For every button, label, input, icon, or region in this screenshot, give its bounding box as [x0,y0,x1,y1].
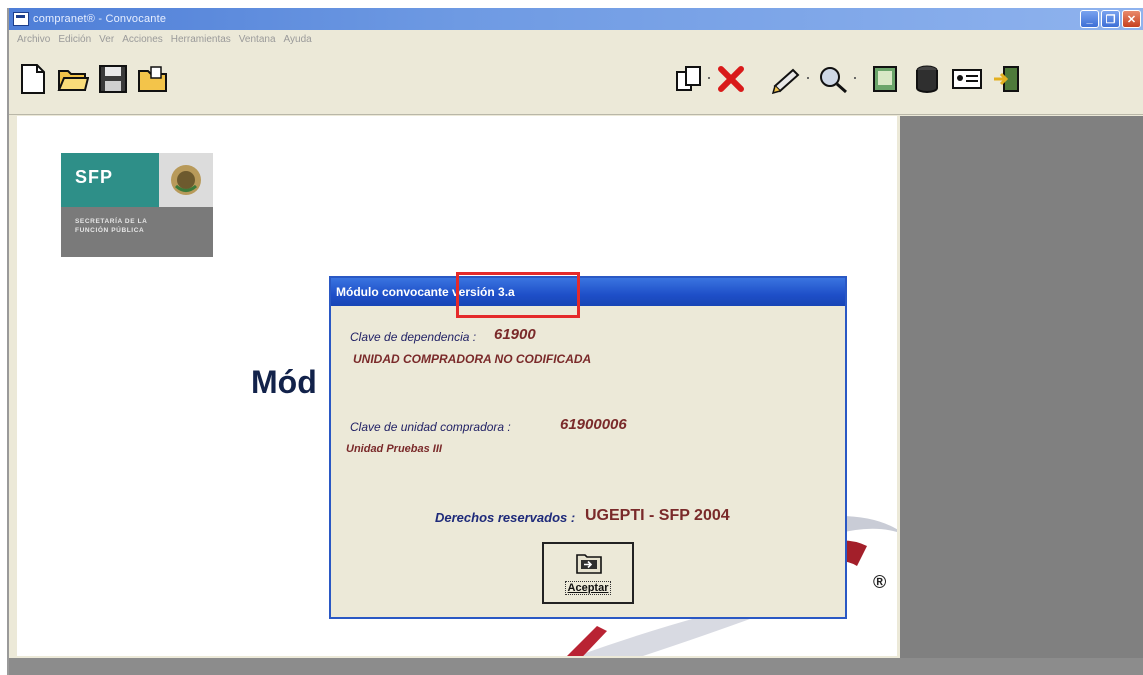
minimize-button[interactable]: _ [1080,10,1099,28]
menu-ayuda[interactable]: Ayuda [284,34,312,45]
menu-herramientas[interactable]: Herramientas [171,34,231,45]
status-strip [9,658,1143,675]
right-gray-panel [900,116,1143,664]
dropdown-dot-3: · [852,67,858,87]
id-card-icon[interactable] [949,61,985,97]
close-button[interactable]: ✕ [1122,10,1141,28]
dependencia-value: 61900 [494,326,536,343]
menu-bar: Archivo Edición Ver Acciones Herramienta… [9,30,1143,48]
version-highlight-box [456,272,580,318]
open-folder-icon[interactable] [55,61,91,97]
open-file-icon[interactable] [135,61,171,97]
mexico-seal-icon [159,153,213,207]
dependencia-label: Clave de dependencia : [350,330,477,344]
window-title: compranet® - Convocante [33,13,167,25]
registered-mark: ® [873,572,887,592]
copy-pages-icon[interactable] [671,61,707,97]
new-document-icon[interactable] [15,61,51,97]
sfp-logo-text: SFP [75,167,114,187]
restore-button[interactable]: ❐ [1101,10,1120,28]
report-book-icon[interactable] [867,61,903,97]
main-window: compranet® - Convocante _ ❐ ✕ Archivo Ed… [7,8,1143,675]
dropdown-dot: · [706,67,712,87]
menu-ventana[interactable]: Ventana [239,34,276,45]
menu-acciones[interactable]: Acciones [122,34,163,45]
dropdown-dot-2: · [805,67,811,87]
menu-ver[interactable]: Ver [99,34,114,45]
search-magnifier-icon[interactable] [815,61,851,97]
module-info-dialog: Módulo convocante versión 3.a Clave de d… [329,272,847,619]
folder-arrow-icon [576,554,602,574]
copyright-value: UGEPTI - SFP 2004 [585,507,730,524]
database-icon[interactable] [909,61,945,97]
unidad-label: Clave de unidad compradora : [350,420,511,434]
toolbar: · · · [9,48,1143,115]
unidad-value: 61900006 [560,416,627,433]
accept-button[interactable]: Aceptar [542,542,634,604]
title-bar[interactable]: compranet® - Convocante _ ❐ ✕ [9,8,1143,30]
sfp-logo-subtitle: SECRETARÍA DE LA FUNCIÓN PÚBLICA [75,218,148,234]
accept-label: Aceptar [564,581,612,595]
sfp-logo: SFP SECRETARÍA DE LA FUNCIÓN PÚBLICA [61,153,213,257]
save-disk-icon[interactable] [95,61,131,97]
menu-archivo[interactable]: Archivo [17,34,50,45]
app-icon [13,12,29,26]
menu-edicion[interactable]: Edición [58,34,91,45]
edit-pen-icon[interactable] [769,61,805,97]
window-controls: _ ❐ ✕ [1080,10,1141,28]
delete-x-icon[interactable] [713,61,749,97]
dialog-title: Módulo convocante versión 3.a [331,278,845,306]
exit-door-icon[interactable] [989,61,1025,97]
unidad-name: Unidad Pruebas III [346,443,442,455]
dependencia-name: UNIDAD COMPRADORA NO CODIFICADA [353,352,592,366]
module-title-partial: Mód [251,364,317,400]
copyright-label: Derechos reservados : [435,510,576,525]
